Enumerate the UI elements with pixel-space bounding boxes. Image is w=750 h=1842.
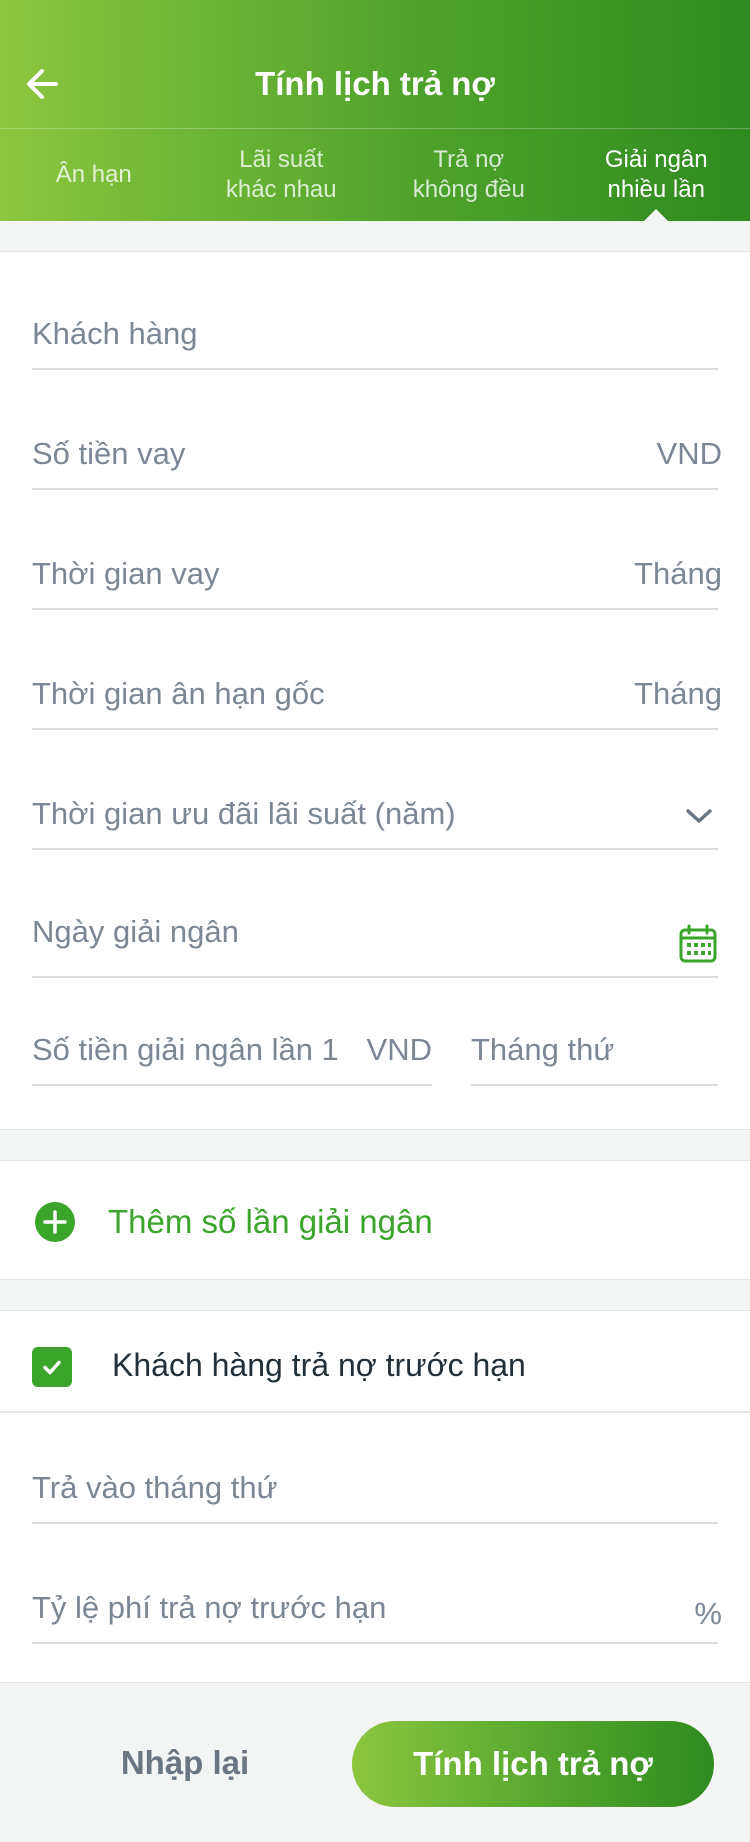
- fee-rate-placeholder: Tỷ lệ phí trả nợ trước hạn: [32, 1590, 387, 1625]
- tab-multiple-disbursements[interactable]: Giải ngân nhiều lần: [563, 129, 750, 221]
- tab-irregular-repayment[interactable]: Trả nợ không đều: [375, 129, 563, 221]
- early-repayment-checkbox-row[interactable]: Khách hàng trả nợ trước hạn: [0, 1311, 750, 1413]
- app-header: Tính lịch trả nợ Ân hạn Lãi suất khác nh…: [0, 0, 750, 221]
- loan-amount-unit: VND: [656, 436, 722, 471]
- customer-placeholder: Khách hàng: [32, 316, 198, 351]
- disbursement-date-field[interactable]: Ngày giải ngân: [32, 898, 718, 978]
- disbursement-1-unit: VND: [366, 1032, 432, 1067]
- tab-different-rates[interactable]: Lãi suất khác nhau: [188, 129, 376, 221]
- month-no-field[interactable]: Tháng thứ: [471, 1006, 718, 1086]
- page-title: Tính lịch trả nợ: [255, 65, 495, 102]
- disbursement-date-placeholder: Ngày giải ngân: [32, 914, 239, 949]
- tab-grace-period[interactable]: Ân hạn: [0, 129, 188, 221]
- early-fee-rate-field[interactable]: Tỷ lệ phí trả nợ trước hạn %: [32, 1564, 722, 1644]
- tab-label: Ân hạn: [55, 161, 132, 188]
- grace-period-placeholder: Thời gian ân hạn gốc: [32, 676, 325, 711]
- disbursement-1-placeholder: Số tiền giải ngân lần 1: [32, 1032, 339, 1067]
- calendar-icon[interactable]: [678, 924, 718, 964]
- grace-period-unit: Tháng: [634, 676, 722, 711]
- active-tab-indicator: [644, 209, 669, 221]
- chevron-down-icon: [686, 809, 712, 823]
- top-bar: Tính lịch trả nợ: [0, 0, 750, 128]
- calculate-schedule-button[interactable]: Tính lịch trả nợ: [352, 1721, 714, 1807]
- add-disbursement-card: Thêm số lần giải ngân: [0, 1160, 750, 1280]
- grace-period-field[interactable]: Thời gian ân hạn gốc Tháng: [32, 650, 722, 730]
- loan-amount-placeholder: Số tiền vay: [32, 436, 186, 471]
- fee-rate-unit: %: [694, 1596, 722, 1631]
- pay-month-placeholder: Trả vào tháng thứ: [32, 1470, 278, 1505]
- customer-field[interactable]: Khách hàng: [32, 290, 718, 370]
- plus-circle-icon: [35, 1202, 75, 1242]
- tab-label: Lãi suất khác nhau: [225, 146, 337, 203]
- loan-term-unit: Tháng: [634, 556, 722, 591]
- promo-period-select[interactable]: Thời gian ưu đãi lãi suất (năm): [32, 770, 718, 850]
- month-no-placeholder: Tháng thứ: [471, 1032, 615, 1067]
- pay-month-field[interactable]: Trả vào tháng thứ: [32, 1444, 718, 1524]
- add-disbursement-button[interactable]: Thêm số lần giải ngân: [0, 1161, 750, 1281]
- bottom-action-bar: Nhập lại Tính lịch trả nợ: [0, 1683, 750, 1842]
- reset-button[interactable]: Nhập lại: [75, 1723, 295, 1803]
- early-repayment-checkbox[interactable]: [32, 1347, 72, 1387]
- early-repayment-label: Khách hàng trả nợ trước hạn: [112, 1347, 526, 1383]
- promo-period-placeholder: Thời gian ưu đãi lãi suất (năm): [32, 796, 456, 831]
- add-disbursement-label: Thêm số lần giải ngân: [108, 1203, 433, 1240]
- disbursement-1-amount-field[interactable]: Số tiền giải ngân lần 1 VND: [32, 1006, 432, 1086]
- loan-term-placeholder: Thời gian vay: [32, 556, 220, 591]
- tab-label: Trả nợ không đều: [412, 146, 525, 203]
- loan-amount-field[interactable]: Số tiền vay VND: [32, 410, 722, 490]
- checkmark-icon: [43, 1360, 61, 1375]
- tab-bar: Ân hạn Lãi suất khác nhau Trả nợ không đ…: [0, 129, 750, 221]
- tab-label: Giải ngân nhiều lần: [604, 146, 708, 203]
- loan-term-field[interactable]: Thời gian vay Tháng: [32, 530, 722, 610]
